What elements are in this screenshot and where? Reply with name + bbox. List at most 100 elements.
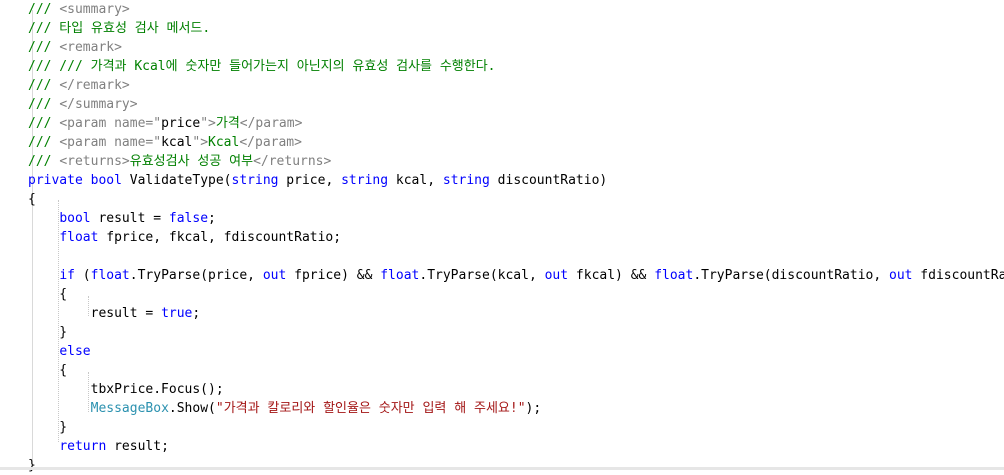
code-token: fdiscountRatio)) — [920, 268, 1004, 283]
code-token: MessageBox — [90, 401, 169, 416]
code-line[interactable]: { — [28, 285, 67, 304]
code-line[interactable]: /// <returns>유효성검사 성공 여부</returns> — [28, 152, 331, 171]
code-token: kcal, — [388, 173, 443, 188]
code-token: </param> — [239, 135, 302, 150]
code-token: fprice) && — [286, 268, 381, 283]
code-line[interactable]: /// 타입 유효성 검사 메서드. — [28, 19, 210, 38]
code-token: "> — [200, 116, 216, 131]
code-token: } — [28, 325, 68, 340]
code-token: ); — [525, 401, 542, 416]
code-line[interactable]: result = true; — [28, 304, 201, 323]
code-token: discountRatio) — [489, 173, 608, 188]
code-token: out — [544, 268, 569, 283]
code-token: <param name=" — [59, 135, 162, 150]
code-line[interactable]: /// <summary> — [28, 0, 130, 19]
code-token: price, — [278, 173, 342, 188]
code-token: ValidateType( — [121, 173, 232, 188]
code-token: </remark> — [59, 78, 130, 93]
code-token: .Show( — [168, 401, 216, 416]
code-token: float — [59, 230, 99, 245]
code-token: "> — [192, 135, 209, 150]
code-token: .TryParse(discountRatio, — [693, 268, 889, 283]
code-token: false — [168, 211, 209, 226]
code-token: <returns> — [59, 154, 130, 169]
code-token: /// — [28, 135, 60, 150]
code-token: 유효성검사 성공 여부 — [129, 154, 254, 169]
code-token: string — [341, 173, 389, 188]
code-token: /// — [28, 78, 60, 93]
code-token: kcal — [161, 135, 193, 150]
code-line[interactable]: return result; — [28, 437, 169, 456]
code-token: /// /// 가격과 Kcal에 숫자만 들어가는지 아닌지의 유효성 검사를… — [28, 59, 496, 74]
code-token: } — [28, 458, 36, 473]
code-line[interactable]: /// <remark> — [28, 38, 122, 57]
code-token: out — [889, 268, 913, 283]
code-token: result = — [90, 211, 169, 226]
code-line[interactable]: } — [28, 323, 67, 342]
code-token: float — [90, 268, 130, 283]
code-token: if — [59, 268, 75, 283]
code-line[interactable]: } — [28, 456, 36, 475]
code-token: else — [59, 344, 91, 359]
code-token: { — [28, 192, 36, 207]
code-token: </returns> — [253, 154, 332, 169]
code-token: { — [28, 287, 68, 302]
code-token: "가격과 칼로리와 할인율은 숫자만 입력 해 주세요!" — [215, 401, 526, 416]
code-token: ; — [208, 211, 216, 226]
code-line[interactable]: { — [28, 190, 36, 209]
code-line[interactable]: /// /// 가격과 Kcal에 숫자만 들어가는지 아닌지의 유효성 검사를… — [28, 57, 496, 76]
code-line[interactable]: bool result = false; — [28, 209, 216, 228]
code-line[interactable]: /// </summary> — [28, 95, 138, 114]
editor-gutter — [0, 0, 22, 470]
code-token: /// — [28, 154, 60, 169]
code-token: /// — [28, 116, 60, 131]
code-token: .TryParse(price, — [129, 268, 263, 283]
code-line[interactable]: /// </remark> — [28, 76, 130, 95]
code-token: /// — [28, 40, 60, 55]
code-token: /// — [28, 2, 60, 17]
code-token: bool — [90, 173, 122, 188]
code-line[interactable]: MessageBox.Show("가격과 칼로리와 할인율은 숫자만 입력 해 … — [28, 399, 542, 418]
code-token: ; — [192, 306, 201, 321]
code-token: ( — [74, 268, 91, 283]
code-token: fkcal) && — [568, 268, 655, 283]
code-token: <summary> — [59, 2, 130, 17]
code-token: <remark> — [59, 40, 122, 55]
code-token: result = — [28, 306, 162, 321]
code-line[interactable]: private bool ValidateType(string price, … — [28, 171, 607, 190]
code-token: string — [442, 173, 490, 188]
code-token: float — [654, 268, 694, 283]
code-line[interactable]: { — [28, 361, 67, 380]
code-token: private — [28, 173, 83, 188]
code-token: </param> — [239, 116, 303, 131]
code-token: string — [231, 173, 279, 188]
code-token: float — [380, 268, 420, 283]
code-line[interactable]: /// <param name="kcal">Kcal</param> — [28, 133, 302, 152]
code-line[interactable]: tbxPrice.Focus(); — [28, 380, 224, 399]
code-token: price — [161, 116, 201, 131]
code-line[interactable]: /// <param name="price">가격</param> — [28, 114, 302, 133]
code-token: } — [28, 420, 68, 435]
code-token: fprice, fkcal, fdiscountRatio; — [98, 230, 342, 245]
code-line[interactable]: } — [28, 418, 67, 437]
code-editor[interactable]: /// <summary> /// 타입 유효성 검사 메서드. /// <rema… — [0, 0, 1004, 473]
code-token: .TryParse(kcal, — [419, 268, 545, 283]
code-token: tbxPrice.Focus(); — [28, 382, 224, 397]
code-line[interactable]: float fprice, fkcal, fdiscountRatio; — [28, 228, 341, 247]
code-token: 가격 — [215, 116, 240, 131]
code-line[interactable]: if (float.TryParse(price, out fprice) &&… — [28, 266, 1004, 285]
code-token: /// 타입 유효성 검사 메서드. — [28, 21, 211, 36]
code-token: </summary> — [59, 97, 138, 112]
code-token: result; — [106, 439, 169, 454]
code-token: /// — [28, 97, 60, 112]
code-token: true — [161, 306, 193, 321]
code-line[interactable]: else — [28, 342, 91, 361]
code-token: return — [59, 439, 107, 454]
